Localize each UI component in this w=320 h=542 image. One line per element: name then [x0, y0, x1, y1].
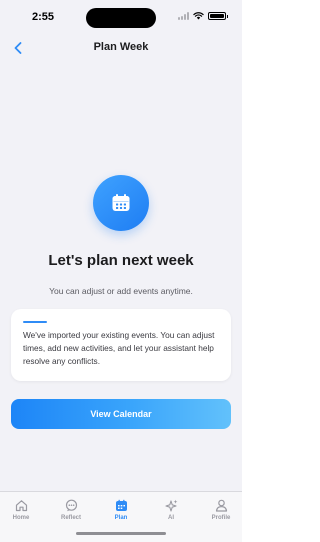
page-title: Plan Week: [93, 41, 149, 53]
hero-title: Let's plan next week: [48, 252, 194, 269]
nav-header: Plan Week: [0, 34, 242, 62]
view-calendar-button[interactable]: View Calendar: [11, 399, 231, 429]
home-icon: [14, 498, 28, 512]
tab-label-ai: AI: [168, 515, 174, 521]
tab-home[interactable]: Home: [1, 498, 41, 521]
calendar-badge: [93, 175, 149, 231]
hero-subtitle: You can adjust or add events anytime.: [49, 286, 193, 296]
battery-icon: [208, 12, 226, 20]
dynamic-island: [86, 8, 156, 28]
tab-label-reflect: Reflect: [60, 515, 81, 521]
tab-plan[interactable]: Plan: [101, 498, 141, 521]
tab-profile[interactable]: Profile: [201, 498, 241, 521]
home-indicator: [76, 532, 166, 535]
sparkle-icon: [164, 498, 178, 512]
tab-label-home: Home: [12, 515, 30, 521]
tab-label-profile: Profile: [211, 515, 231, 521]
status-time: 2:55: [32, 11, 55, 23]
info-card-text: We've imported your existing events. You…: [23, 330, 215, 366]
signal-icon: [178, 12, 189, 20]
card-accent-bar: [23, 321, 47, 323]
plan-week-screen: 2:55 Plan Week Let's plan next week You …: [0, 0, 242, 542]
tab-reflect[interactable]: Reflect: [51, 498, 91, 521]
chat-bubble-icon: [64, 498, 78, 512]
calendar-icon: [112, 194, 130, 211]
info-card: We've imported your existing events. You…: [11, 309, 231, 381]
status-bar: 2:55: [0, 0, 242, 34]
tab-ai[interactable]: AI: [151, 498, 191, 521]
tab-label-plan: Plan: [114, 515, 128, 521]
person-icon: [214, 498, 228, 512]
wifi-icon: [193, 12, 204, 20]
calendar-icon: [114, 498, 128, 512]
status-icons: [178, 12, 228, 20]
